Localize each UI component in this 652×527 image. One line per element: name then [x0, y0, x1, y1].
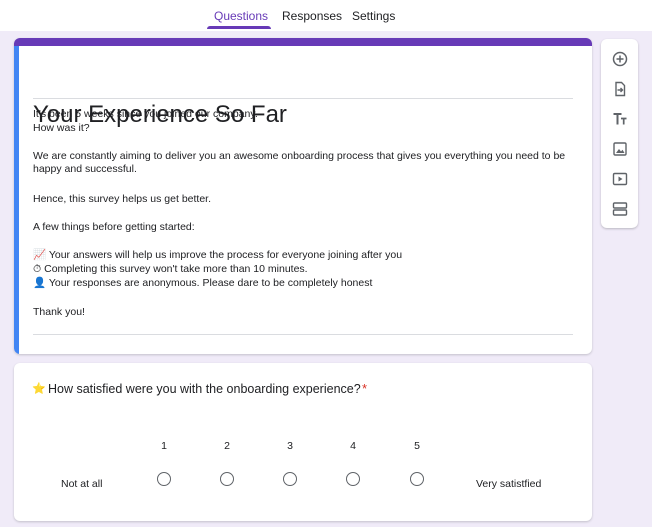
description-line[interactable]: A few things before getting started:: [33, 221, 195, 234]
selected-card-indicator: [14, 46, 19, 354]
tab-questions[interactable]: Questions: [214, 9, 268, 23]
description-underline: [33, 334, 573, 335]
tab-settings[interactable]: Settings: [352, 9, 395, 23]
question-title: How satisfied were you with the onboardi…: [48, 382, 361, 396]
person-icon: 👤: [33, 277, 47, 289]
add-section-icon[interactable]: [609, 198, 630, 219]
star-icon: ⭐: [32, 383, 46, 395]
scale-radio-2[interactable]: [220, 472, 234, 486]
description-bullet[interactable]: 📈 Your answers will help us improve the …: [33, 249, 402, 262]
description-bullet[interactable]: 👤 Your responses are anonymous. Please d…: [33, 277, 372, 290]
tab-responses[interactable]: Responses: [282, 9, 342, 23]
top-tabs-bar: Questions Responses Settings: [0, 0, 652, 31]
scale-radio-1[interactable]: [157, 472, 171, 486]
description-line[interactable]: Hence, this survey helps us get better.: [33, 193, 211, 206]
add-question-icon[interactable]: [609, 48, 630, 69]
bullet-text: Completing this survey won't take more t…: [44, 263, 308, 275]
chart-increasing-icon: 📈: [33, 249, 47, 261]
bullet-text: Your answers will help us improve the pr…: [48, 249, 403, 261]
description-line[interactable]: We are constantly aiming to deliver you …: [33, 150, 573, 176]
add-image-icon[interactable]: [609, 138, 630, 159]
description-line[interactable]: How was it?: [33, 122, 90, 135]
scale-radio-4[interactable]: [346, 472, 360, 486]
description-line[interactable]: It's been 5 weeks since you joined our c…: [33, 108, 258, 121]
stopwatch-icon: ⏱: [33, 263, 42, 275]
header-accent-bar: [14, 38, 592, 46]
scale-label-4: 4: [350, 440, 356, 452]
scale-radio-5[interactable]: [410, 472, 424, 486]
scale-label-1: 1: [161, 440, 167, 452]
import-questions-icon[interactable]: [609, 78, 630, 99]
add-video-icon[interactable]: [609, 168, 630, 189]
scale-radio-3[interactable]: [283, 472, 297, 486]
scale-label-2: 2: [224, 440, 230, 452]
active-tab-indicator: [207, 26, 271, 29]
description-line[interactable]: Thank you!: [33, 306, 85, 319]
scale-label-5: 5: [414, 440, 420, 452]
add-title-icon[interactable]: [609, 108, 630, 129]
title-underline: [33, 98, 573, 99]
scale-label-3: 3: [287, 440, 293, 452]
scale-low-label: Not at all: [61, 478, 103, 490]
side-toolbar: [601, 39, 638, 228]
scale-high-label: Very satistfied: [476, 478, 542, 490]
bullet-text: Your responses are anonymous. Please dar…: [48, 277, 373, 289]
required-asterisk: *: [362, 381, 368, 396]
description-bullet[interactable]: ⏱ Completing this survey won't take more…: [33, 263, 308, 276]
